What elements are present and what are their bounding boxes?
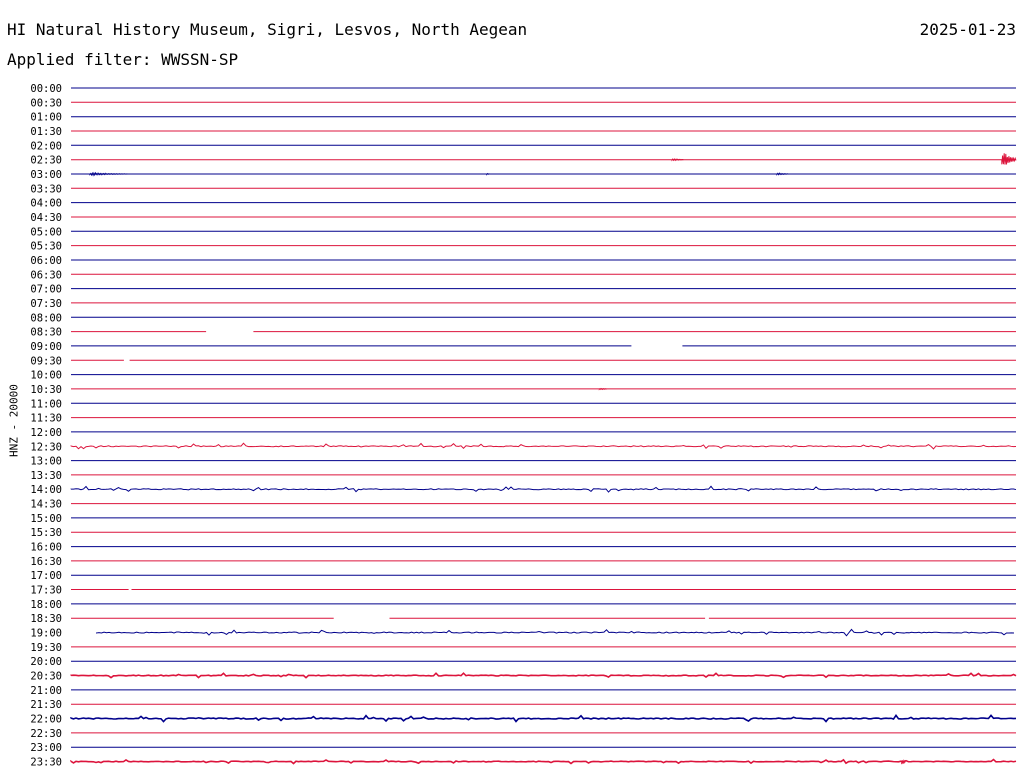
time-tick-label: 21:00 bbox=[30, 685, 62, 697]
seismic-event bbox=[901, 759, 906, 765]
time-tick-label: 01:30 bbox=[30, 126, 62, 138]
time-tick-label: 18:30 bbox=[30, 613, 62, 625]
time-tick-label: 05:30 bbox=[30, 241, 62, 253]
time-tick-label: 11:30 bbox=[30, 413, 62, 425]
trace-line bbox=[70, 714, 1017, 723]
time-tick-label: 01:00 bbox=[30, 112, 62, 124]
time-tick-label: 08:30 bbox=[30, 327, 62, 339]
seismic-event bbox=[89, 171, 128, 177]
time-tick-label: 14:30 bbox=[30, 499, 62, 511]
time-tick-label: 03:30 bbox=[30, 183, 62, 195]
time-tick-label: 06:00 bbox=[30, 255, 62, 267]
helicorder-plot: 00:00 00:30 01:00 01:30 02:00 02:30 03:00 03:30… bbox=[30, 83, 1017, 769]
seismic-event bbox=[1001, 153, 1017, 165]
trace-line bbox=[70, 672, 1017, 679]
trace-line bbox=[96, 628, 1015, 637]
time-tick-label: 20:00 bbox=[30, 656, 62, 668]
time-tick-label: 18:00 bbox=[30, 599, 62, 611]
time-tick-label: 02:00 bbox=[30, 140, 62, 152]
time-tick-label: 15:30 bbox=[30, 527, 62, 539]
seismic-event bbox=[598, 387, 607, 391]
seismic-event bbox=[486, 172, 490, 176]
time-tick-label: 00:30 bbox=[30, 97, 62, 109]
trace-line bbox=[70, 442, 1017, 450]
time-tick-label: 04:30 bbox=[30, 212, 62, 224]
time-tick-label: 04:00 bbox=[30, 198, 62, 210]
time-tick-label: 09:30 bbox=[30, 355, 62, 367]
time-tick-label: 13:00 bbox=[30, 456, 62, 468]
time-tick-label: 09:00 bbox=[30, 341, 62, 353]
time-tick-label: 23:30 bbox=[30, 757, 62, 769]
time-tick-label: 16:00 bbox=[30, 542, 62, 554]
time-tick-label: 10:30 bbox=[30, 384, 62, 396]
time-tick-label: 12:30 bbox=[30, 441, 62, 453]
time-tick-label: 10:00 bbox=[30, 370, 62, 382]
time-tick-label: 17:00 bbox=[30, 570, 62, 582]
time-tick-label: 19:00 bbox=[30, 628, 62, 640]
time-tick-label: 17:30 bbox=[30, 585, 62, 597]
time-tick-label: 16:30 bbox=[30, 556, 62, 568]
time-tick-label: 22:00 bbox=[30, 714, 62, 726]
time-tick-label: 13:30 bbox=[30, 470, 62, 482]
time-tick-label: 14:00 bbox=[30, 484, 62, 496]
time-tick-label: 12:00 bbox=[30, 427, 62, 439]
trace-line bbox=[70, 485, 1017, 493]
time-tick-label: 20:30 bbox=[30, 671, 62, 683]
time-tick-label: 08:00 bbox=[30, 312, 62, 324]
time-tick-label: 07:00 bbox=[30, 284, 62, 296]
time-tick-label: 00:00 bbox=[30, 83, 62, 95]
time-tick-label: 11:00 bbox=[30, 398, 62, 410]
time-tick-label: 19:30 bbox=[30, 642, 62, 654]
time-tick-label: 05:00 bbox=[30, 226, 62, 238]
time-tick-label: 21:30 bbox=[30, 699, 62, 711]
time-tick-label: 22:30 bbox=[30, 728, 62, 740]
time-tick-label: 23:00 bbox=[30, 742, 62, 754]
time-tick-label: 06:30 bbox=[30, 269, 62, 281]
trace-line bbox=[70, 758, 1017, 765]
time-tick-label: 07:30 bbox=[30, 298, 62, 310]
time-tick-label: 02:30 bbox=[30, 155, 62, 167]
time-tick-label: 03:00 bbox=[30, 169, 62, 181]
time-tick-label: 15:00 bbox=[30, 513, 62, 525]
